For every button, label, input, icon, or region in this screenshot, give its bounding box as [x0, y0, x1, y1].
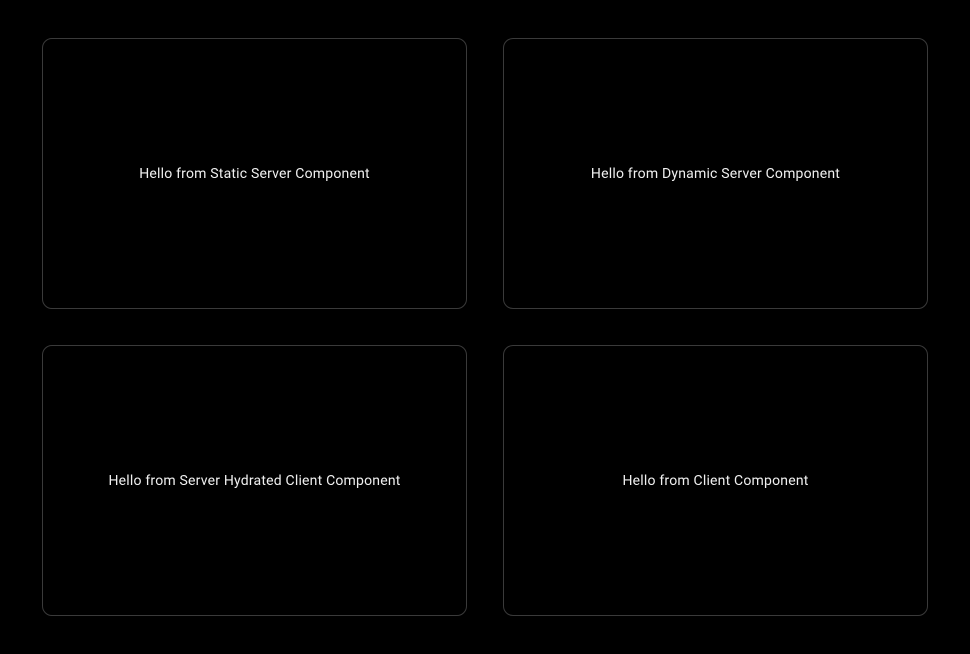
static-server-component-card: Hello from Static Server Component	[42, 38, 467, 309]
card-text: Hello from Client Component	[622, 473, 808, 489]
server-hydrated-client-component-card: Hello from Server Hydrated Client Compon…	[42, 345, 467, 616]
card-text: Hello from Server Hydrated Client Compon…	[108, 473, 400, 489]
client-component-card: Hello from Client Component	[503, 345, 928, 616]
card-text: Hello from Static Server Component	[139, 166, 370, 182]
card-text: Hello from Dynamic Server Component	[591, 166, 840, 182]
component-grid: Hello from Static Server Component Hello…	[0, 0, 970, 654]
dynamic-server-component-card: Hello from Dynamic Server Component	[503, 38, 928, 309]
